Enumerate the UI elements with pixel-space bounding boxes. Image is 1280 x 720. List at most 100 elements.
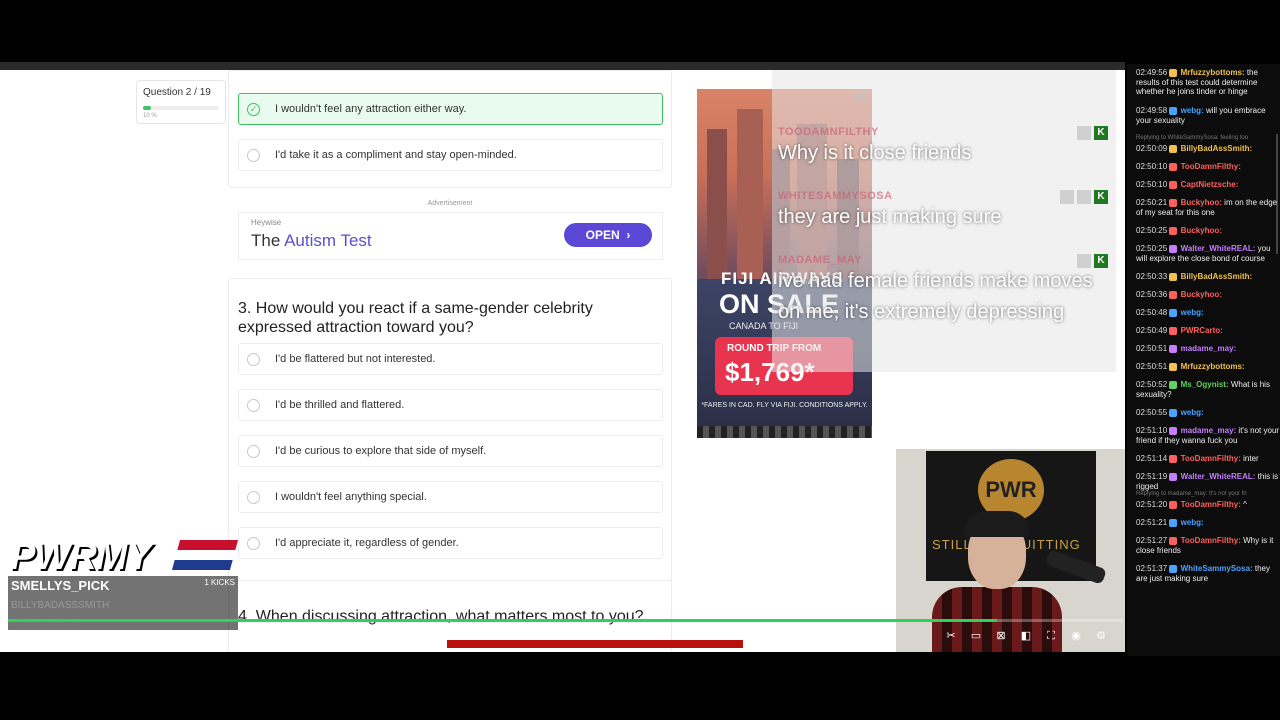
chat-timestamp: 02:51:21 [1136,518,1170,527]
chat-username[interactable]: madame_may: [1178,426,1237,435]
theater-mode-icon[interactable]: ◧ [1019,629,1033,643]
badge-icon [1169,380,1178,389]
chat-username[interactable]: PWRCarto: [1178,326,1223,335]
chat-username[interactable]: Buckyhoo: [1178,290,1222,299]
answer-option[interactable]: I'd appreciate it, regardless of gender. [238,527,663,559]
chat-message: 02:50:51 Mrfuzzybottoms: [1136,362,1280,372]
badge-icon [1169,244,1178,253]
badge-icon [1169,144,1178,153]
badge-icon [1169,426,1178,435]
event-username: SMELLYS_PICK [11,578,110,593]
chat-message: 02:50:55 webg: [1136,408,1280,418]
chat-username[interactable]: webg: [1178,308,1204,317]
chat-username[interactable]: WhiteSammySosa: [1178,564,1253,573]
answer-option[interactable]: I wouldn't feel anything special. [238,481,663,513]
flag-icon [171,540,239,570]
chat-username[interactable]: BillyBadAssSmith: [1178,144,1253,153]
chat-timestamp: 02:50:21 [1136,198,1170,207]
badge-icon [1060,190,1074,204]
chat-message: 02:50:52 Ms_Ogynist: What is his sexuali… [1136,380,1280,399]
answer-option[interactable]: I'd be flattered but not interested. [238,343,663,375]
badge-icon [1077,254,1091,268]
chat-username[interactable]: Walter_WhiteREAL: [1178,472,1256,481]
answer-text: I'd be flattered but not interested. [275,353,436,365]
answer-option[interactable]: I'd be thrilled and flattered. [238,389,663,421]
chat-username[interactable]: TooDamnFilthy: [1178,536,1241,545]
chat-message: 02:50:25 Walter_WhiteREAL: you will expl… [1136,244,1280,263]
chat-username[interactable]: Buckyhoo: [1178,226,1222,235]
badge-icon [1169,272,1178,281]
chat-username[interactable]: TooDamnFilthy: [1178,162,1241,171]
chat-message: 02:50:33 BillyBadAssSmith: [1136,272,1280,282]
chat-username[interactable]: Mrfuzzybottoms: [1178,362,1245,371]
kick-icon: K [1094,126,1108,140]
chat-username[interactable]: TooDamnFilthy: [1178,500,1241,509]
badge-icon [1169,106,1178,115]
chat-username[interactable]: webg: [1178,408,1204,417]
overlay-username: TOODAMNFILTHY [778,126,879,138]
ad-title: The Autism Test [251,231,372,250]
chat-message: 02:51:37 WhiteSammySosa: they are just m… [1136,564,1280,583]
answer-text: I'd be thrilled and flattered. [275,399,405,411]
chat-username[interactable]: Mrfuzzybottoms: [1178,68,1245,77]
chat-message: 02:51:10 madame_may: it's not your frien… [1136,426,1280,445]
quiz-progress-bar [143,106,219,110]
chat-username[interactable]: CaptNietzsche: [1178,180,1239,189]
gear-icon[interactable]: ⚙ [1094,629,1108,643]
play-icon[interactable]: ▶ [24,629,38,643]
answer-option[interactable]: I'd be curious to explore that side of m… [238,435,663,467]
seek-bar[interactable] [8,619,1123,622]
ad-open-button[interactable]: OPEN › [564,223,652,247]
badge-icon [1169,226,1178,235]
autoplay-icon[interactable]: ◉ [1069,629,1083,643]
chat-username[interactable]: Buckyhoo: [1178,198,1222,207]
chat-timestamp: 02:49:56 [1136,68,1170,77]
radio-icon [247,536,260,550]
fullscreen-icon[interactable]: ⛶ [1044,629,1058,643]
chat-timestamp: 02:50:48 [1136,308,1170,317]
badge-icon [1169,408,1178,417]
check-icon: ✓ [247,102,260,116]
question-3-card: 3. How would you react if a same-gender … [228,278,672,626]
chat-message: 02:49:58 webg: will you embrace your sex… [1136,106,1280,125]
chat-timestamp: 02:50:10 [1136,180,1170,189]
badge-icon [1169,362,1178,371]
radio-icon [247,490,260,504]
answer-text: I wouldn't feel anything special. [275,491,427,503]
chat-message: 02:49:56 Mrfuzzybottoms: the results of … [1136,68,1280,97]
chat-username[interactable]: TooDamnFilthy: [1178,454,1241,463]
chat-username[interactable]: Ms_Ogynist: [1178,380,1229,389]
answer-option[interactable]: I'd take it as a compliment and stay ope… [238,139,663,171]
chat-username[interactable]: webg: [1178,518,1204,527]
answer-option[interactable]: ✓ I wouldn't feel any attraction either … [238,93,663,125]
chat-username[interactable]: BillyBadAssSmith: [1178,272,1253,281]
chat-username[interactable]: webg: [1178,106,1204,115]
screenshot-icon[interactable]: ⊠ [994,629,1008,643]
radio-icon [247,444,260,458]
badge-icon [1169,290,1178,299]
ad-banner[interactable]: Heywise The Autism Test OPEN › [238,212,663,260]
badge-icon [1169,536,1178,545]
chat-username[interactable]: madame_may: [1178,344,1237,353]
chat-timestamp: 02:50:25 [1136,226,1170,235]
chat-timestamp: 02:50:49 [1136,326,1170,335]
overlay-username: MADAME_MAY [778,254,863,266]
video-player[interactable]: Question 2 / 19 10 % ✓ I wouldn't feel a… [0,62,1125,652]
kick-icon: K [1094,190,1108,204]
miniplayer-icon[interactable]: ▭ [969,629,983,643]
chat-message: 02:50:36 Buckyhoo: [1136,290,1280,300]
chat-timestamp: 02:51:27 [1136,536,1170,545]
chat-message: 02:50:10 CaptNietzsche: [1136,180,1280,190]
volume-icon[interactable]: ◀) [50,629,64,643]
question-4-title: 4. When discussing attraction, what matt… [238,608,644,625]
badge-icon [1169,162,1178,171]
chat-timestamp: 02:51:20 [1136,500,1170,509]
clip-icon[interactable]: ✂ [944,629,958,643]
chat-username[interactable]: Walter_WhiteREAL: [1178,244,1256,253]
chat-timestamp: 02:51:37 [1136,564,1170,573]
chat-message: 02:51:14 TooDamnFilthy: inter [1136,454,1280,464]
chat-timestamp: 02:50:25 [1136,244,1170,253]
chat-message: 02:50:10 TooDamnFilthy: [1136,162,1280,172]
chat-message: 02:51:21 webg: [1136,518,1280,528]
ad-brand: Heywise [251,218,282,227]
